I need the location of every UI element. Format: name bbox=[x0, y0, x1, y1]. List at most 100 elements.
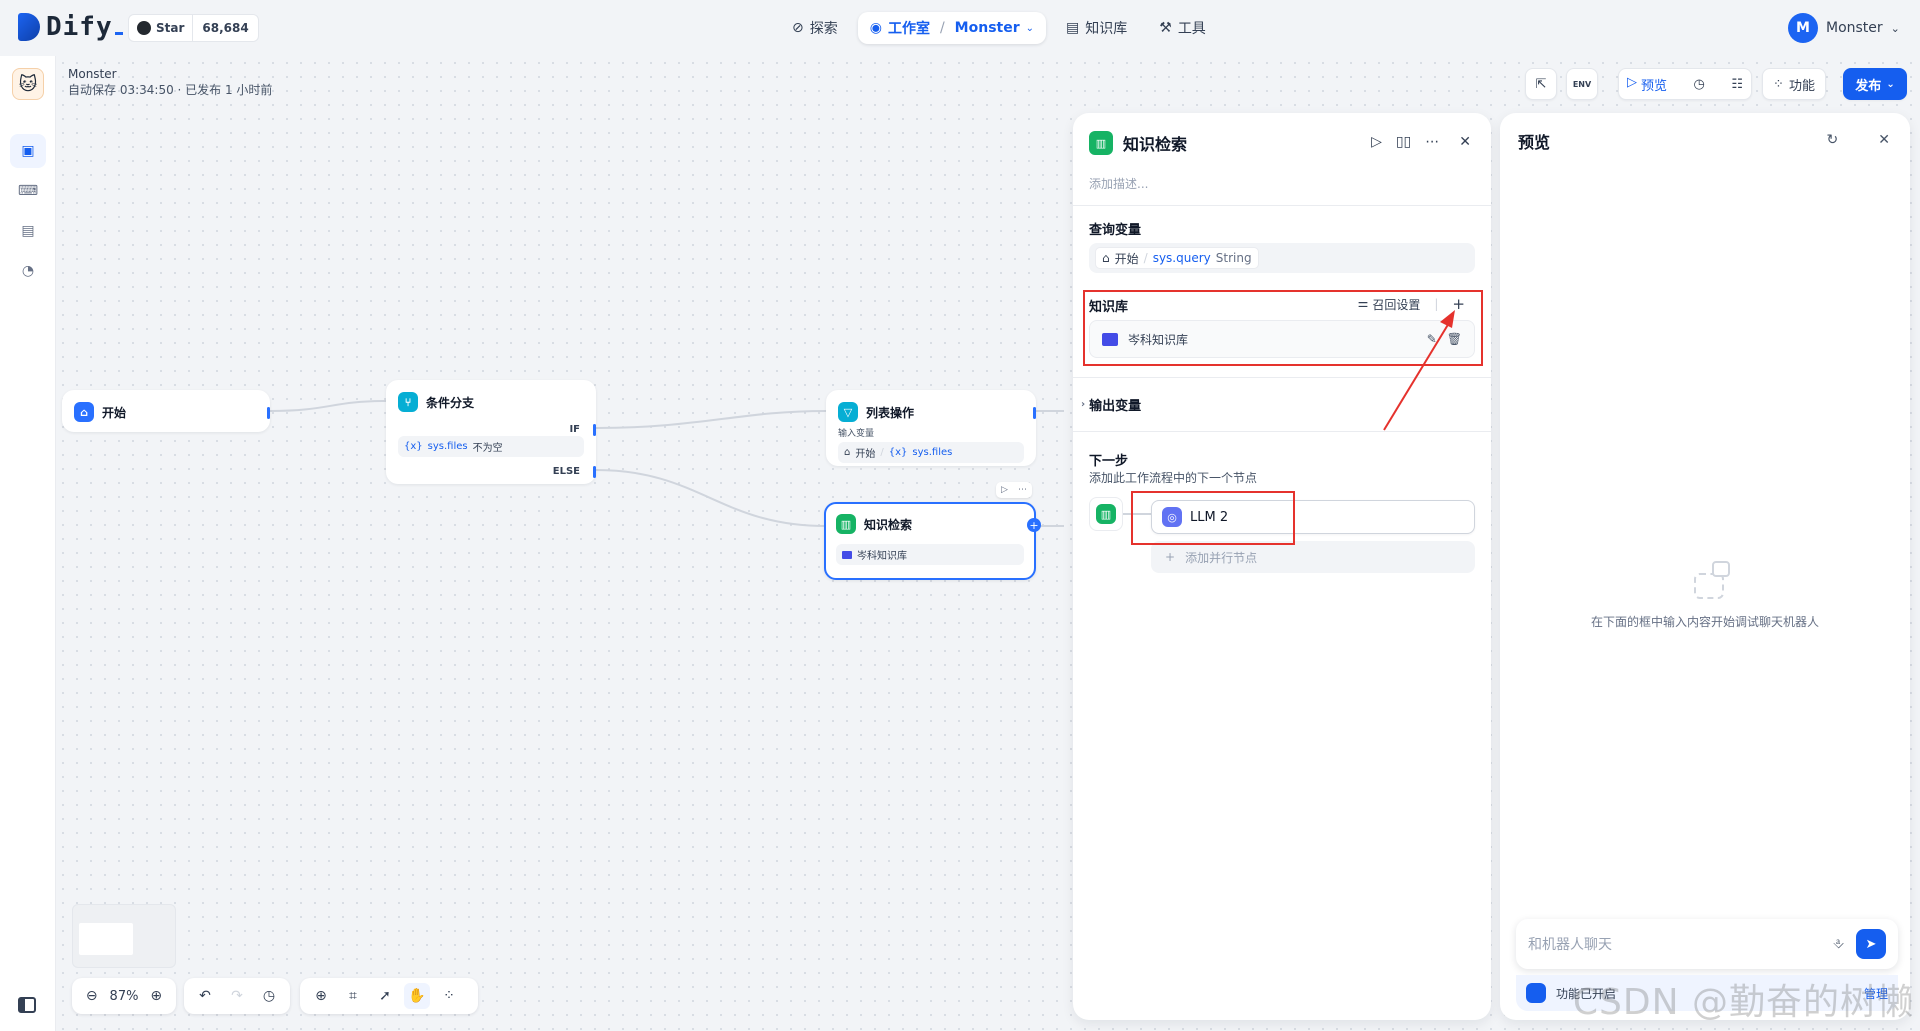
chevron-down-icon: ⌄ bbox=[1890, 21, 1900, 35]
features-button[interactable]: ⁘ 功能 bbox=[1762, 68, 1826, 100]
send-button[interactable]: ➤ bbox=[1856, 929, 1886, 959]
kb-header-actions: ⚌ 召回设置 | + bbox=[1357, 295, 1465, 313]
node-start[interactable]: ⌂ 开始 bbox=[62, 390, 270, 432]
refresh-icon[interactable]: ↻ bbox=[1827, 132, 1839, 148]
panel-title-text[interactable]: 知识检索 bbox=[1123, 131, 1187, 155]
query-variable-picker[interactable]: ⌂ 开始 / sys.query String bbox=[1089, 243, 1475, 273]
sidebar-toggle-icon[interactable] bbox=[18, 997, 36, 1013]
preview-button[interactable]: ▷ 预览 bbox=[1627, 75, 1667, 94]
book-icon: ▥ bbox=[1096, 504, 1116, 524]
recall-settings-button[interactable]: ⚌ 召回设置 bbox=[1358, 296, 1421, 313]
history-controls: ↶ ↷ ◷ bbox=[184, 978, 290, 1014]
preview-empty-text: 在下面的框中输入内容开始调试聊天机器人 bbox=[1590, 615, 1819, 629]
description-input[interactable]: 添加描述... bbox=[1089, 175, 1148, 192]
hand-icon[interactable]: ✋ bbox=[404, 983, 430, 1009]
node-list-title: 列表操作 bbox=[866, 405, 915, 420]
checklist-icon[interactable]: ☷ bbox=[1731, 77, 1743, 92]
sidebar-item-orchestrate[interactable]: ▣ bbox=[10, 134, 46, 168]
node-knowledge-title: 知识检索 bbox=[864, 517, 913, 532]
list-source: 开始 bbox=[855, 449, 876, 460]
github-star-button[interactable]: Star 68,684 bbox=[128, 14, 259, 42]
nav-current-app[interactable]: Monster bbox=[955, 20, 1020, 36]
query-variable-chip[interactable]: ⌂ 开始 / sys.query String bbox=[1095, 247, 1259, 269]
zoom-out-icon[interactable]: ⊖ bbox=[80, 983, 104, 1009]
close-icon[interactable]: ✕ bbox=[1459, 134, 1471, 150]
knowledge-base-item[interactable]: 岑科知识库 ✎ 🗑 bbox=[1089, 320, 1475, 358]
nav-knowledge[interactable]: ▤ 知识库 bbox=[1054, 12, 1139, 44]
nav-studio[interactable]: ◉ 工作室 / Monster ⌄ bbox=[857, 12, 1047, 44]
preview-title: 预览 bbox=[1518, 133, 1551, 152]
run-icon[interactable]: ▷ bbox=[1371, 134, 1382, 150]
save-status: 自动保存 03:34:50 · 已发布 1 小时前 bbox=[68, 83, 273, 97]
env-icon: ENV bbox=[1572, 79, 1592, 89]
preview-actions: ↻ ✕ bbox=[1827, 132, 1890, 148]
pointer-icon[interactable]: ➚ bbox=[372, 983, 398, 1009]
edit-icon[interactable]: ✎ bbox=[1427, 332, 1437, 346]
if-output-port[interactable] bbox=[593, 424, 596, 436]
query-variable-label: 查询变量 bbox=[1089, 223, 1142, 238]
add-node-icon[interactable]: + bbox=[1027, 518, 1041, 532]
undo-icon[interactable]: ↶ bbox=[192, 983, 218, 1009]
divider bbox=[1073, 431, 1491, 432]
preview-panel: 预览 ↻ ✕ 在下面的框中输入内容开始调试聊天机器人 和机器人聊天 ⎀ ➤ 功能… bbox=[1500, 113, 1910, 1020]
zoom-level[interactable]: 87% bbox=[110, 989, 139, 1004]
book-icon: ▤ bbox=[1066, 20, 1080, 36]
chatbot-placeholder-icon bbox=[1690, 561, 1734, 605]
node-if-else-title: 条件分支 bbox=[426, 395, 475, 410]
more-icon[interactable]: ⋯ bbox=[1018, 485, 1027, 495]
organize-icon[interactable]: ⁘ bbox=[436, 983, 462, 1009]
feature-icon bbox=[1526, 983, 1546, 1003]
app-icon[interactable]: 🐱 bbox=[12, 68, 44, 100]
next-node-llm[interactable]: ◎ LLM 2 bbox=[1151, 500, 1475, 534]
share-button[interactable]: ⇱ bbox=[1525, 68, 1557, 100]
branch-icon: ⑂ bbox=[398, 392, 418, 412]
divider bbox=[1073, 377, 1491, 378]
add-parallel-node-button[interactable]: + 添加并行节点 bbox=[1151, 541, 1475, 573]
chat-input[interactable]: 和机器人聊天 ⎀ ➤ bbox=[1516, 919, 1898, 969]
node-if-else[interactable]: ⑂ 条件分支 IF {x} sys.files 不为空 ELSE bbox=[386, 380, 596, 484]
run-node-icon[interactable]: ▷ bbox=[1001, 485, 1008, 495]
history-icon[interactable]: ◷ bbox=[256, 983, 282, 1009]
add-block-icon[interactable]: ⊕ bbox=[308, 983, 334, 1009]
nav-explore[interactable]: ⊘ 探索 bbox=[780, 12, 850, 44]
minimap[interactable] bbox=[72, 904, 176, 968]
nav-tools[interactable]: ⚒ 工具 bbox=[1147, 12, 1218, 44]
note-icon[interactable]: ⌗ bbox=[340, 983, 366, 1009]
attachment-icon[interactable]: ⎀ bbox=[1833, 936, 1844, 952]
history-icon[interactable]: ◷ bbox=[1694, 77, 1705, 92]
env-button[interactable]: ENV bbox=[1566, 68, 1598, 100]
book-icon: ▥ bbox=[836, 514, 856, 534]
trash-icon[interactable]: 🗑 bbox=[1447, 332, 1462, 346]
preview-label: 预览 bbox=[1641, 78, 1668, 94]
zoom-in-icon[interactable]: ⊕ bbox=[144, 983, 168, 1009]
sidebar-item-logs[interactable]: ▤ bbox=[10, 214, 46, 248]
canvas-tools: ⊕ ⌗ ➚ ✋ ⁘ bbox=[300, 978, 478, 1014]
node-start-output-port[interactable] bbox=[267, 407, 270, 419]
sidebar-item-api[interactable]: ⌨ bbox=[10, 174, 46, 208]
add-knowledge-icon[interactable]: + bbox=[1452, 295, 1465, 313]
chevron-down-icon: ⌄ bbox=[1025, 22, 1035, 34]
list-output-port[interactable] bbox=[1033, 407, 1036, 419]
else-output-port[interactable] bbox=[593, 466, 596, 478]
help-book-icon[interactable]: ▯▯ bbox=[1396, 134, 1411, 150]
sidebar-item-monitor[interactable]: ◔ bbox=[10, 254, 46, 288]
redo-icon[interactable]: ↷ bbox=[224, 983, 250, 1009]
query-type: String bbox=[1215, 251, 1252, 265]
output-variables-toggle[interactable]: › 输出变量 bbox=[1081, 395, 1141, 414]
top-bar: Dify Star 68,684 ⊘ 探索 ◉ 工作室 / Monster ⌄ … bbox=[0, 0, 1920, 56]
more-icon[interactable]: ⋯ bbox=[1425, 134, 1439, 150]
node-list-operation[interactable]: ▽ 列表操作 输入变量 ⌂ 开始 / {x} sys.files bbox=[826, 390, 1036, 466]
book-icon: ▥ bbox=[1089, 131, 1113, 155]
output-variables-label: 输出变量 bbox=[1089, 399, 1142, 414]
user-menu[interactable]: M Monster ⌄ bbox=[1788, 13, 1900, 43]
condition-var: sys.files bbox=[427, 441, 468, 452]
publish-button[interactable]: 发布 ⌄ bbox=[1843, 68, 1907, 100]
knowledge-dataset: 岑科知识库 bbox=[857, 551, 907, 562]
chevron-right-icon: › bbox=[1081, 399, 1086, 410]
close-icon[interactable]: ✕ bbox=[1878, 132, 1890, 148]
node-knowledge-retrieval[interactable]: ▥ 知识检索 岑科知识库 + bbox=[824, 502, 1041, 580]
dify-logo[interactable]: Dify bbox=[18, 12, 123, 42]
github-star-count: 68,684 bbox=[202, 21, 249, 35]
nav-studio-label: 工作室 bbox=[887, 21, 930, 37]
gauge-icon: ◔ bbox=[21, 263, 35, 279]
